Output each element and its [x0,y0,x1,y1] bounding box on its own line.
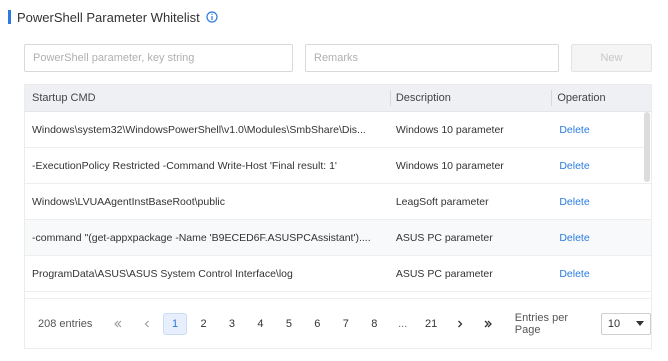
double-chevron-left-icon[interactable] [106,313,129,335]
description-cell: ASUS PC parameter [395,267,493,280]
chevron-right-icon[interactable] [448,313,471,335]
page-header: PowerShell Parameter Whitelist [8,8,218,26]
startup-cmd-cell: Windows\system32\WindowsPowerShell\v1.0\… [32,123,366,136]
remarks-input[interactable] [305,44,559,72]
info-circle-icon[interactable] [206,11,218,23]
total-entries: 208 entries [38,317,93,330]
column-header-startup-cmd[interactable]: Startup CMD [25,85,390,111]
table-row: ProgramData\ASUS\ASUS System Control Int… [25,256,651,292]
page-button-4[interactable]: 4 [249,313,272,335]
table-row: -command "(get-appxpackage -Name 'B9ECED… [25,220,651,256]
startup-cmd-cell: ProgramData\ASUS\ASUS System Control Int… [32,267,293,280]
startup-cmd-cell: Windows\LVUAAgentInstBaseRoot\public [32,195,225,208]
description-cell: ASUS PC parameter [395,231,493,244]
column-header-description[interactable]: Description [389,85,551,111]
caret-down-icon [636,321,645,326]
whitelist-table: Startup CMD Description Operation Window… [24,84,652,349]
double-chevron-right-icon[interactable] [476,313,499,335]
table-row: Windows\LVUAAgentInstBaseRoot\public Lea… [25,184,651,220]
page-button-2[interactable]: 2 [192,313,215,335]
chevron-left-icon[interactable] [135,313,158,335]
table-row: Windows\system32\WindowsPowerShell\v1.0\… [25,112,651,148]
delete-link[interactable]: Delete [559,196,589,208]
table-body[interactable]: Windows\system32\WindowsPowerShell\v1.0\… [25,112,651,292]
description-cell: Windows 10 parameter [395,123,504,136]
page-button-3[interactable]: 3 [220,313,243,335]
entries-per-page-value: 10 [607,317,621,330]
description-cell: Windows 10 parameter [395,159,504,172]
delete-link[interactable]: Delete [559,124,589,136]
page-button-7[interactable]: 7 [334,313,357,335]
table-scrollbar[interactable] [644,112,650,182]
title-accent-bar [8,10,11,24]
entries-per-page-select[interactable]: 10 [600,312,651,335]
delete-link[interactable]: Delete [559,268,589,280]
page-ellipsis: ... [398,317,408,330]
page-button-5[interactable]: 5 [277,313,300,335]
table-header: Startup CMD Description Operation [25,85,651,112]
new-button[interactable]: New [571,44,652,72]
delete-link[interactable]: Delete [559,160,589,172]
pagination: 208 entries 1 2 3 4 5 6 7 8 ... 21 Entri… [25,298,651,348]
page-button-1[interactable]: 1 [163,312,187,335]
delete-link[interactable]: Delete [559,232,589,244]
column-header-operation: Operation [551,85,651,111]
page-button-6[interactable]: 6 [306,313,329,335]
table-row: -ExecutionPolicy Restricted -Command Wri… [25,148,651,184]
description-cell: LeagSoft parameter [395,195,489,208]
entries-per-page-label: Entries per Page [514,311,568,336]
startup-cmd-cell: -command "(get-appxpackage -Name 'B9ECED… [32,231,371,244]
page-button-21[interactable]: 21 [419,313,442,335]
startup-cmd-cell: -ExecutionPolicy Restricted -Command Wri… [32,159,337,172]
page-button-8[interactable]: 8 [363,313,386,335]
powershell-parameter-input[interactable] [24,44,293,72]
page-title: PowerShell Parameter Whitelist [17,9,200,25]
